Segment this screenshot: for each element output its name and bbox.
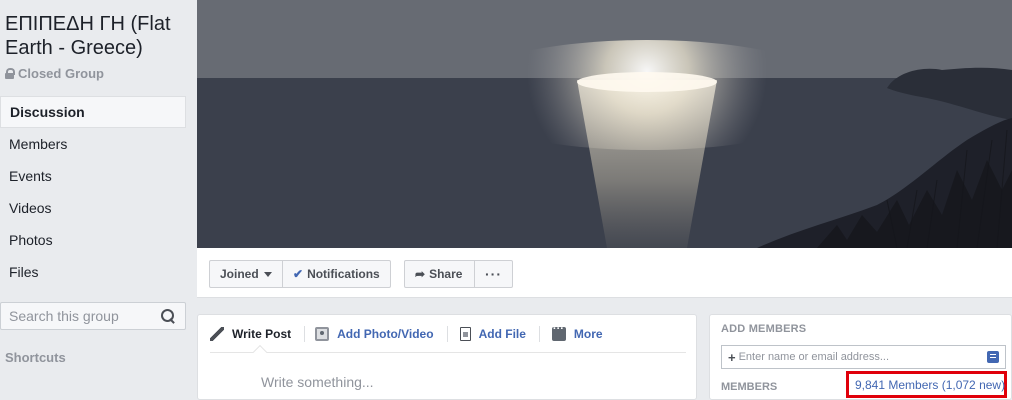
composer-input[interactable]: Write something... (261, 374, 374, 390)
group-search (0, 302, 186, 330)
joined-button[interactable]: Joined (209, 260, 283, 288)
notifications-button[interactable]: ✔ Notifications (282, 260, 391, 288)
more-icon (551, 323, 566, 341)
share-label: Share (429, 267, 463, 281)
group-action-bar: Joined ✔ Notifications ➦ Share ··· (197, 248, 1012, 298)
share-button[interactable]: ➦ Share (404, 260, 475, 288)
file-icon (459, 326, 471, 341)
members-panel: ADD MEMBERS + MEMBERS 9,841 Members (1,0… (709, 314, 1012, 400)
pencil-icon (210, 326, 224, 341)
tab-write-post-label: Write Post (232, 326, 292, 341)
tab-add-photo-video-label: Add Photo/Video (337, 326, 434, 341)
sidebar-item-photos[interactable]: Photos (0, 224, 186, 256)
group-search-input[interactable] (1, 308, 161, 324)
lock-icon (5, 68, 15, 79)
post-composer: Write Post Add Photo/Video Add File More… (197, 314, 697, 400)
notifications-label: Notifications (307, 267, 380, 281)
shortcuts-heading: Shortcuts (5, 350, 66, 365)
group-nav: Discussion Members Events Videos Photos … (0, 96, 186, 288)
members-count-link[interactable]: 9,841 Members (1,072 new) (846, 371, 1007, 398)
tab-add-photo-video[interactable]: Add Photo/Video (305, 315, 448, 353)
more-options-button[interactable]: ··· (474, 260, 513, 288)
add-members-heading: ADD MEMBERS (721, 323, 807, 335)
chevron-down-icon (263, 271, 272, 277)
group-sidebar: ΕΠΙΠΕΔΗ ΓΗ (Flat Earth - Greece) Closed … (0, 0, 197, 400)
cover-photo-image (197, 0, 1012, 248)
cover-photo[interactable] (197, 0, 1012, 248)
sidebar-item-discussion[interactable]: Discussion (0, 96, 186, 128)
sidebar-item-videos[interactable]: Videos (0, 192, 186, 224)
plus-icon: + (728, 349, 736, 365)
group-title[interactable]: ΕΠΙΠΕΔΗ ΓΗ (Flat Earth - Greece) (5, 12, 191, 60)
sidebar-item-members[interactable]: Members (0, 128, 186, 160)
ellipsis-icon: ··· (485, 266, 502, 282)
add-members-input[interactable] (738, 351, 987, 363)
search-icon[interactable] (161, 309, 175, 323)
tab-more-label: More (573, 326, 603, 341)
add-members-field: + (721, 345, 1006, 369)
tab-more[interactable]: More (540, 315, 617, 353)
group-privacy-label: Closed Group (18, 66, 104, 81)
members-heading: MEMBERS (721, 381, 778, 393)
group-privacy: Closed Group (5, 66, 104, 81)
composer-tabs: Write Post Add Photo/Video Add File More (210, 315, 686, 353)
joined-label: Joined (220, 267, 259, 281)
checkmark-icon: ✔ (293, 267, 304, 281)
sidebar-item-files[interactable]: Files (0, 256, 186, 288)
tab-add-file[interactable]: Add File (448, 315, 540, 353)
camera-icon (315, 326, 330, 341)
sidebar-item-events[interactable]: Events (0, 160, 186, 192)
tab-add-file-label: Add File (478, 326, 526, 341)
share-arrow-icon: ➦ (415, 267, 426, 281)
address-book-icon[interactable] (987, 351, 999, 363)
